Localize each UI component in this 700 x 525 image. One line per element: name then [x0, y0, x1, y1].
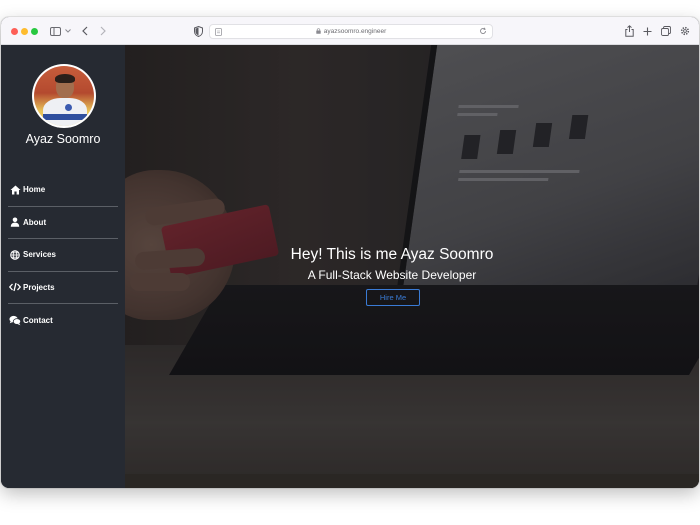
- url-text: ayazsoomro.engineer: [323, 28, 387, 35]
- chat-icon: [9, 314, 21, 326]
- shield-icon[interactable]: [192, 24, 204, 38]
- settings-icon[interactable]: [679, 24, 691, 38]
- share-icon[interactable]: [623, 24, 635, 38]
- sidebar-item-home[interactable]: Home: [8, 174, 118, 207]
- sidebar-icon[interactable]: [49, 24, 61, 38]
- user-icon: [9, 216, 21, 228]
- code-icon: [9, 281, 21, 293]
- sidebar-item-label: Services: [23, 250, 56, 260]
- sidebar-item-label: About: [23, 217, 47, 227]
- profile-photo: [34, 66, 94, 126]
- profile-name: Ayaz Soomro: [25, 132, 101, 146]
- lock-icon: [316, 27, 321, 36]
- address-bar[interactable]: ayazsoomro.engineer: [209, 24, 493, 39]
- sidebar-item-about[interactable]: About: [8, 207, 118, 239]
- minimize-window-button[interactable]: [21, 28, 28, 35]
- chevron-down-icon[interactable]: [64, 24, 72, 38]
- back-icon[interactable]: [80, 24, 90, 38]
- plus-icon[interactable]: [641, 24, 653, 38]
- close-window-button[interactable]: [11, 28, 18, 35]
- sidebar-item-projects[interactable]: Projects: [8, 272, 118, 304]
- hero-bottom-strip: [125, 474, 699, 488]
- avatar: [32, 64, 96, 128]
- hero-section: Hey! This is me Ayaz Soomro A Full-Stack…: [125, 45, 699, 474]
- reload-icon[interactable]: [479, 27, 487, 37]
- sidebar-item-services[interactable]: Services: [8, 239, 118, 272]
- sidebar-item-label: Projects: [23, 282, 55, 292]
- sidebar-item-contact[interactable]: Contact: [8, 304, 118, 337]
- maximize-window-button[interactable]: [31, 28, 38, 35]
- forward-icon[interactable]: [98, 24, 108, 38]
- sidebar-item-label: Home: [23, 185, 46, 195]
- sidebar-nav: Home About Services Projects Contact: [8, 174, 118, 337]
- hire-me-button[interactable]: Hire Me: [366, 289, 420, 306]
- tabs-icon[interactable]: [660, 24, 672, 38]
- browser-toolbar: ayazsoomro.engineer: [1, 17, 699, 45]
- globe-icon: [9, 249, 21, 261]
- hero-title: Hey! This is me Ayaz Soomro: [290, 246, 494, 263]
- browser-window: ayazsoomro.engineer Ayaz Soomro Home Abo…: [1, 17, 699, 488]
- sidebar-item-label: Contact: [23, 315, 53, 325]
- sidebar: Ayaz Soomro Home About Services Projects…: [1, 45, 125, 488]
- hero-subtitle: A Full-Stack Website Developer: [307, 268, 477, 282]
- home-icon: [9, 184, 21, 196]
- page-icon: [215, 28, 222, 38]
